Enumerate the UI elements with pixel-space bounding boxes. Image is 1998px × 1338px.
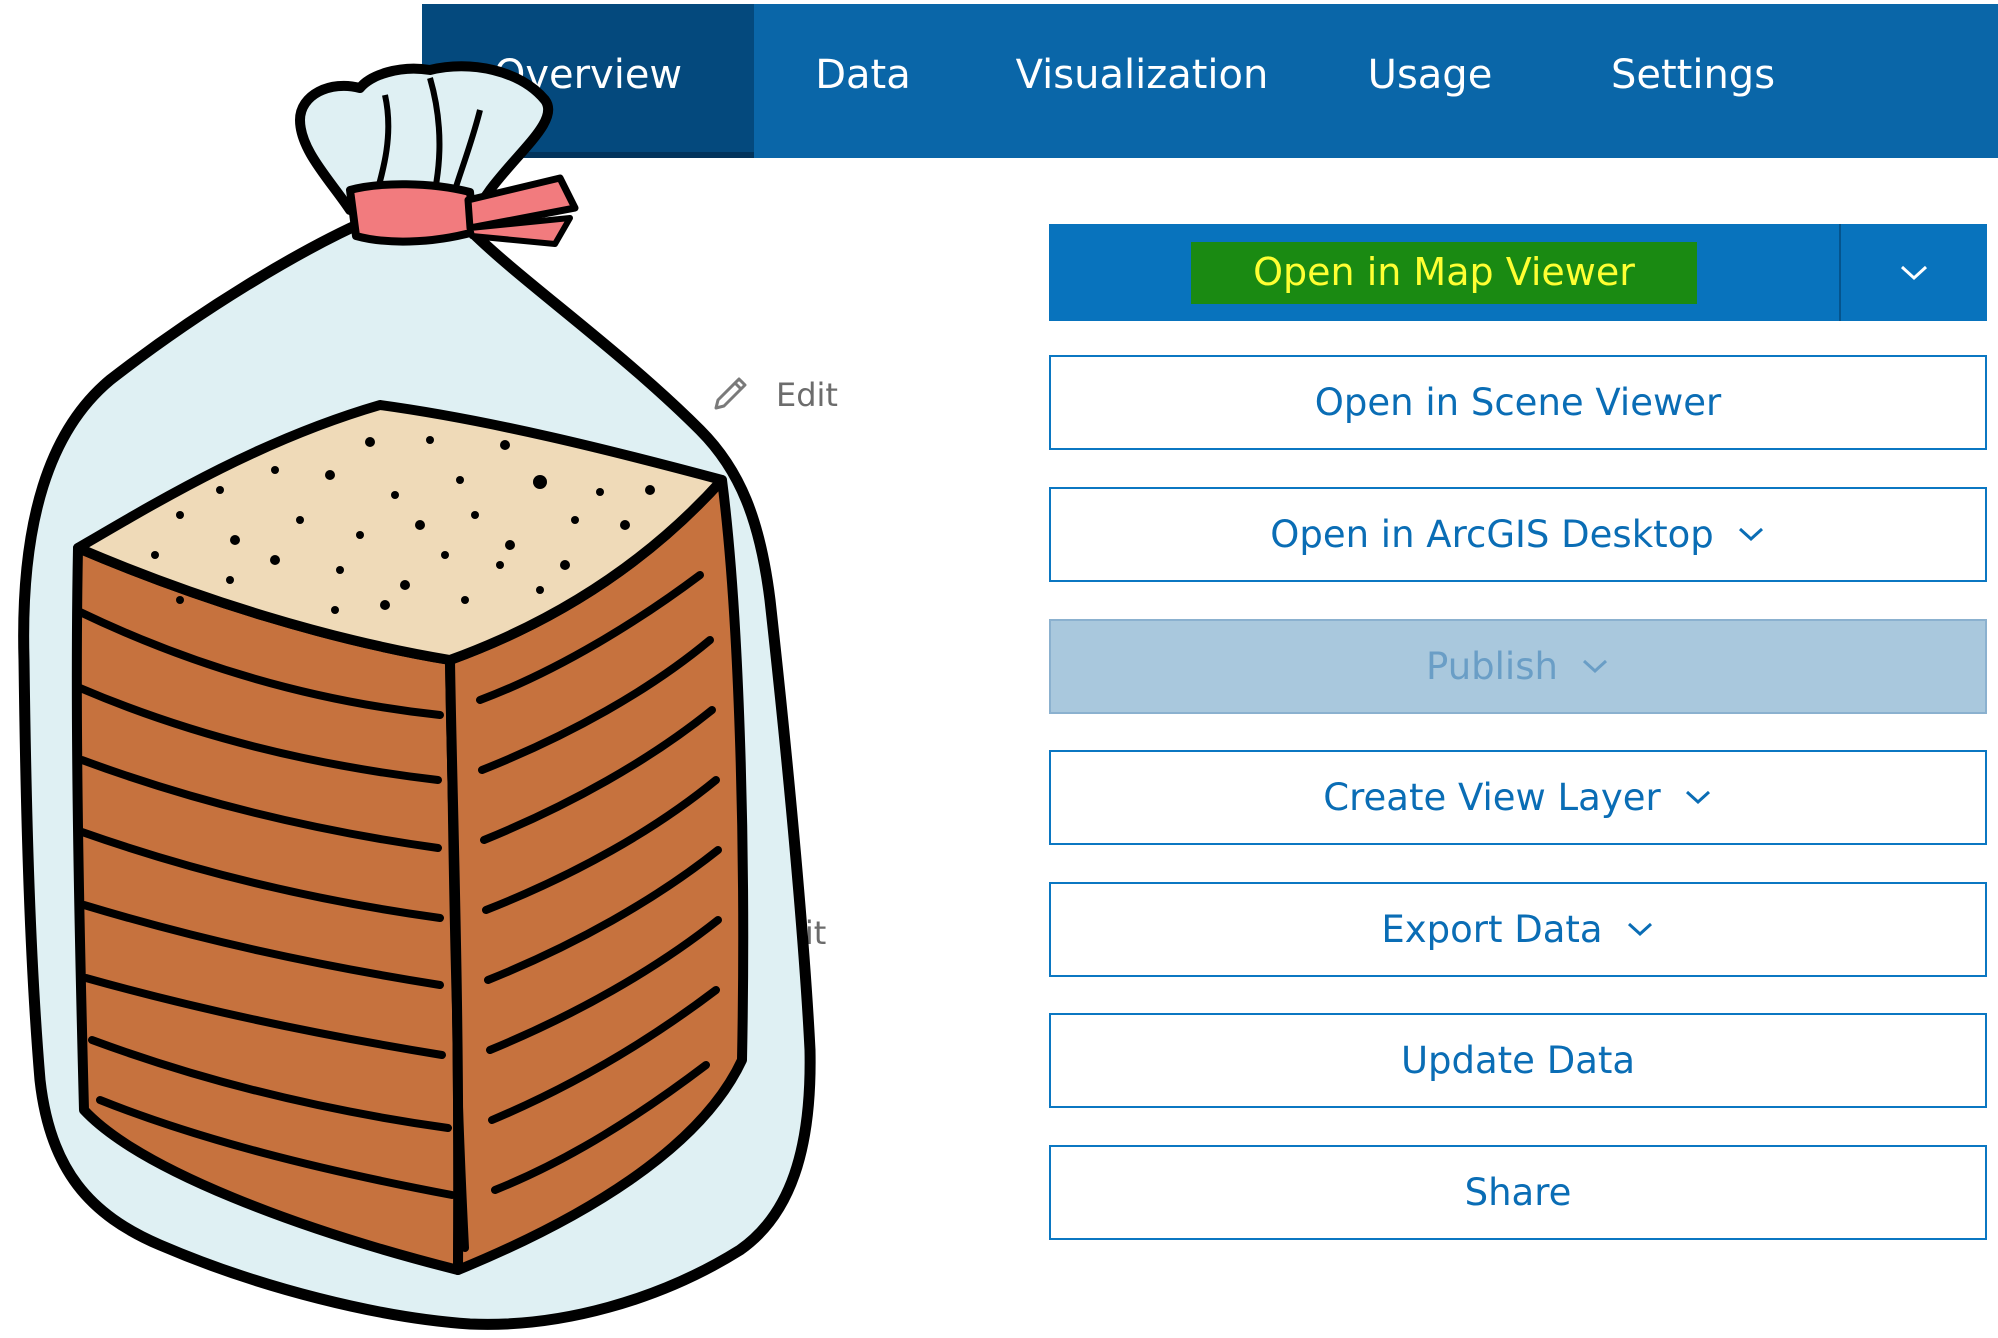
open-in-scene-viewer-label: Open in Scene Viewer	[1314, 381, 1722, 424]
tab-usage[interactable]: Usage	[1312, 4, 1548, 158]
export-data-button[interactable]: Export Data	[1049, 882, 1987, 977]
update-data-button[interactable]: Update Data	[1049, 1013, 1987, 1108]
open-in-map-viewer-main[interactable]: Open in Map Viewer	[1049, 224, 1841, 321]
open-in-scene-viewer-button[interactable]: Open in Scene Viewer	[1049, 355, 1987, 450]
bread-bag-illustration	[18, 61, 816, 1330]
chevron-down-icon	[1627, 922, 1652, 936]
publish-label: Publish	[1426, 645, 1558, 688]
tab-visualization[interactable]: Visualization	[972, 4, 1312, 158]
chevron-down-icon	[1738, 527, 1763, 541]
share-label: Share	[1464, 1171, 1572, 1214]
map-viewer-dropdown-toggle[interactable]	[1841, 224, 1987, 321]
open-in-arcgis-desktop-label: Open in ArcGIS Desktop	[1270, 513, 1714, 556]
share-button[interactable]: Share	[1049, 1145, 1987, 1240]
export-data-label: Export Data	[1381, 908, 1603, 951]
create-view-layer-button[interactable]: Create View Layer	[1049, 750, 1987, 845]
update-data-label: Update Data	[1400, 1039, 1636, 1082]
chevron-down-icon	[1582, 659, 1607, 673]
open-in-arcgis-desktop-button[interactable]: Open in ArcGIS Desktop	[1049, 487, 1987, 582]
chevron-down-icon	[1685, 790, 1710, 804]
open-in-map-viewer-button[interactable]: Open in Map Viewer	[1049, 224, 1987, 321]
create-view-layer-label: Create View Layer	[1323, 776, 1661, 819]
chevron-down-icon	[1900, 265, 1928, 280]
open-in-map-viewer-label: Open in Map Viewer	[1191, 241, 1697, 304]
tab-settings[interactable]: Settings	[1548, 4, 1838, 158]
publish-button: Publish	[1049, 619, 1987, 714]
